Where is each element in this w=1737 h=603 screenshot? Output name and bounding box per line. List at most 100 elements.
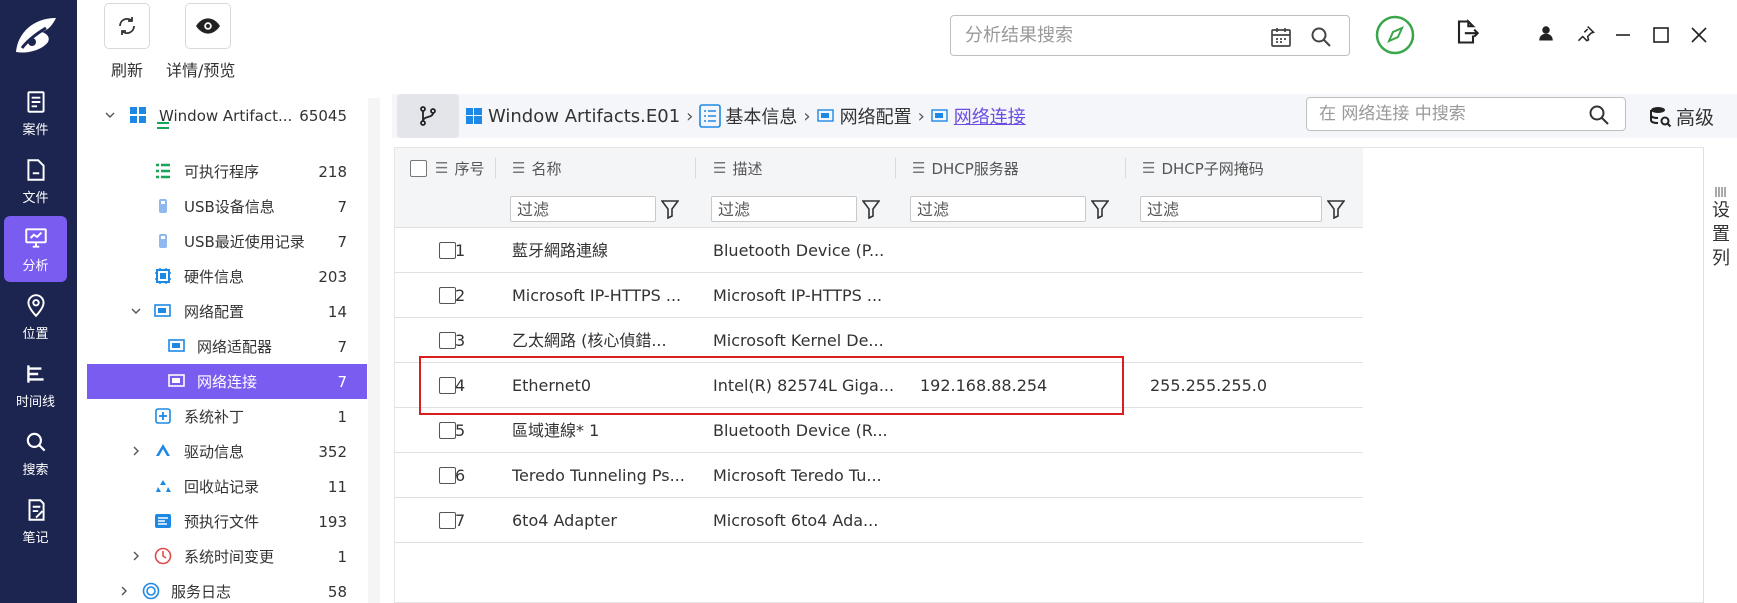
breadcrumb-item-basic-info[interactable]: 基本信息 (725, 103, 797, 129)
export-icon[interactable] (1452, 17, 1480, 47)
table-row[interactable]: 7 6to4 Adapter Microsoft 6to4 Ada... (395, 498, 1363, 543)
column-header-dhcp-server[interactable]: ☰ DHCP服务器 (912, 148, 1019, 188)
row-checkbox[interactable] (439, 467, 456, 484)
tree-item[interactable]: USB最近使用记录 7 (87, 224, 367, 259)
tree-item-count: 352 (318, 442, 347, 461)
cell-mask: 255.255.255.0 (1150, 376, 1268, 395)
cell-desc: Microsoft IP-HTTPS ... (713, 286, 883, 305)
search-icon[interactable] (1309, 25, 1333, 49)
table-row[interactable]: 3 乙太網路 (核心偵錯... Microsoft Kernel De... (395, 318, 1363, 363)
column-header-dhcp-mask[interactable]: ☰ DHCP子网掩码 (1142, 148, 1264, 188)
connection-table: ☰ 序号 ☰ 名称 ☰ 描述 ☰ DHCP服务器 ☰ DHCP子网掩码 过滤 过… (394, 147, 1704, 603)
close-icon[interactable] (1690, 26, 1708, 44)
analysis-search-box[interactable] (950, 15, 1350, 56)
row-checkbox[interactable] (439, 332, 456, 349)
rail-item-timeline[interactable]: 时间线 (4, 352, 67, 418)
rail-item-file[interactable]: 文件 (4, 148, 67, 214)
chevron-right-icon[interactable] (119, 586, 129, 596)
tree-item[interactable]: 可执行程序 218 (87, 154, 367, 189)
row-checkbox[interactable] (439, 422, 456, 439)
tree-item-count: 7 (337, 232, 347, 251)
table-row[interactable]: 4 Ethernet0 Intel(R) 82574L Giga... 192.168… (395, 363, 1363, 408)
filter-description-field[interactable] (711, 196, 857, 222)
tree-item[interactable]: 网络适配器 7 (87, 329, 367, 364)
filter-dhcp-server-input[interactable] (911, 197, 1085, 221)
tree-item-label: Window Artifact... (159, 106, 293, 125)
preview-button[interactable]: 详情/预览 (166, 3, 235, 81)
tree-item[interactable] (87, 122, 367, 143)
rail-item-analysis[interactable]: 分析 (4, 216, 67, 282)
row-checkbox[interactable] (439, 242, 456, 259)
table-row[interactable]: 6 Teredo Tunneling Ps... Microsoft Teredo … (395, 453, 1363, 498)
pin-icon[interactable] (1576, 24, 1596, 44)
table-row[interactable]: 2 Microsoft IP-HTTPS ... Microsoft IP-HTTP… (395, 273, 1363, 318)
branch-button[interactable] (397, 94, 459, 138)
rail-item-note[interactable]: 笔记 (4, 488, 67, 554)
chevron-down-icon[interactable] (131, 306, 141, 316)
tree-item[interactable]: 系统时间变更 1 (87, 539, 367, 574)
network-card-icon (816, 109, 834, 122)
rail-item-search[interactable]: 搜索 (4, 420, 67, 486)
rail-item-case[interactable]: 案件 (4, 80, 67, 146)
row-checkbox[interactable] (439, 512, 456, 529)
search-icon[interactable] (1587, 103, 1611, 127)
tree-item-count: 203 (318, 267, 347, 286)
user-icon[interactable] (1537, 24, 1555, 42)
chevron-right-icon[interactable] (131, 551, 141, 561)
filter-dhcp-server-field[interactable] (910, 196, 1086, 222)
select-all-checkbox[interactable]: ☰ 序号 (410, 148, 484, 188)
row-checkbox[interactable] (439, 377, 456, 394)
filter-dhcp-mask-input[interactable] (1141, 197, 1321, 221)
tree-item[interactable]: 驱动信息 352 (87, 434, 367, 469)
analysis-search-input[interactable] (965, 16, 1265, 55)
cell-name: Ethernet0 (512, 376, 592, 395)
rail-item-location[interactable]: 位置 (4, 284, 67, 350)
tree-item-count: 1 (337, 547, 347, 566)
connection-search-box[interactable] (1306, 97, 1626, 131)
tree-item[interactable]: 回收站记录 11 (87, 469, 367, 504)
chevron-down-icon[interactable] (105, 110, 115, 120)
table-row[interactable]: 1 藍牙網路連線 Bluetooth Device (P... (395, 228, 1363, 273)
filter-description-input[interactable] (712, 197, 856, 221)
tree-item-label: 可执行程序 (184, 163, 260, 181)
connection-search-input[interactable] (1319, 98, 1579, 130)
tree-item[interactable]: 网络连接 7 (87, 364, 367, 399)
column-header-description[interactable]: ☰ 描述 (713, 148, 762, 188)
tree-item[interactable]: 预执行文件 193 (87, 504, 367, 539)
tree-scrollbar[interactable] (368, 98, 380, 603)
chevron-right-icon: › (803, 105, 811, 127)
column-header-name[interactable]: ☰ 名称 (512, 148, 561, 188)
cell-desc: Intel(R) 82574L Giga... (713, 376, 895, 395)
advanced-search-button[interactable]: 高级 (1648, 103, 1714, 130)
tree-item[interactable]: 服务日志 58 (87, 574, 367, 603)
column-settings-button[interactable]: 设置列 (1703, 147, 1737, 603)
calendar-icon[interactable] (1269, 25, 1293, 49)
tree-item[interactable]: USB设备信息 7 (87, 189, 367, 224)
tree-item-count: 7 (337, 197, 347, 216)
cell-desc: Bluetooth Device (R... (713, 421, 888, 440)
table-row[interactable]: 5 區域連線* 1 Bluetooth Device (R... (395, 408, 1363, 453)
tree-item[interactable]: 网络配置 14 (87, 294, 367, 329)
task-status-icon[interactable] (1375, 15, 1415, 55)
chevron-right-icon[interactable] (131, 446, 141, 456)
filter-icon[interactable] (661, 199, 679, 219)
tree-item[interactable]: 系统补丁 1 (87, 399, 367, 434)
tree-item-count: 58 (327, 582, 347, 601)
filter-icon[interactable] (1327, 199, 1345, 219)
driver-icon (156, 444, 170, 456)
filter-icon[interactable] (862, 199, 880, 219)
maximize-icon[interactable] (1652, 26, 1670, 44)
drag-handle-icon: ☰ (435, 159, 449, 177)
breadcrumb-item-source[interactable]: Window Artifacts.E01 (488, 106, 680, 127)
filter-icon[interactable] (1091, 199, 1109, 219)
filter-name-field[interactable] (510, 196, 656, 222)
breadcrumb-item-network-config[interactable]: 网络配置 (840, 103, 912, 129)
row-checkbox[interactable] (439, 287, 456, 304)
left-nav-rail: 案件 文件 分析 位置 时间线 搜索 笔记 (0, 0, 77, 603)
filter-dhcp-mask-field[interactable] (1140, 196, 1322, 222)
refresh-button[interactable]: 刷新 (104, 3, 150, 81)
filter-name-input[interactable] (511, 197, 655, 221)
breadcrumb-item-network-connection[interactable]: 网络连接 (954, 103, 1026, 129)
minimize-icon[interactable] (1614, 26, 1632, 44)
tree-item[interactable]: 硬件信息 203 (87, 259, 367, 294)
